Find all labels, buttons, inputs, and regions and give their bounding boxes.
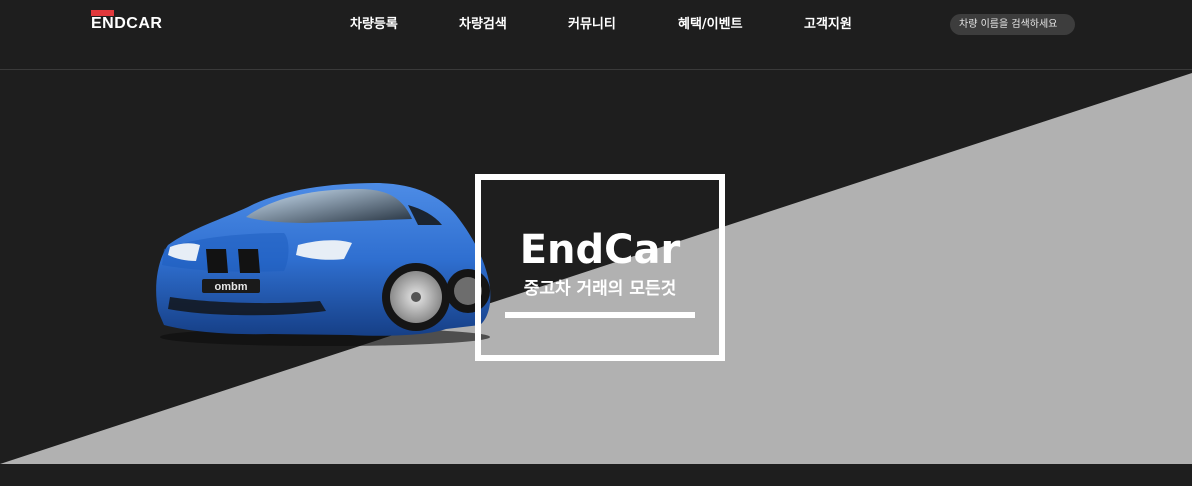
main-nav: 차량등록 차량검색 커뮤니티 혜택/이벤트 고객지원 [0,0,1192,70]
hero-title-box: EndCar 중고차 거래의 모든것 [475,174,725,361]
search-placeholder: 차량 이름을 검색하세요 [959,19,1058,30]
page: ENDCAR 차량등록 차량검색 커뮤니티 혜택/이벤트 고객지원 차량 이름을… [0,0,1192,486]
car-image: ombm [156,183,491,346]
hero-subtitle: 중고차 거래의 모든것 [523,279,677,299]
top-navigation-bar: ENDCAR 차량등록 차량검색 커뮤니티 혜택/이벤트 고객지원 차량 이름을… [0,0,1192,70]
logo-text: ENDCAR [91,15,163,32]
nav-item-vehicle-registration[interactable]: 차량등록 [350,16,398,34]
nav-item-vehicle-search[interactable]: 차량검색 [459,16,507,34]
hero-title-underline [505,312,695,318]
endcar-logo[interactable]: ENDCAR [91,10,163,34]
hero-banner: ombm EndCar 중고차 거래의 모든것 [0,71,1192,464]
nav-item-benefits-events[interactable]: 혜택/이벤트 [678,16,743,34]
search-input[interactable]: 차량 이름을 검색하세요 [950,14,1075,35]
bottom-dark-strip [0,464,1192,486]
license-plate-text: ombm [215,281,248,293]
hero-title: EndCar [519,227,681,273]
nav-item-customer-support[interactable]: 고객지원 [804,16,852,34]
nav-item-community[interactable]: 커뮤니티 [568,16,616,34]
